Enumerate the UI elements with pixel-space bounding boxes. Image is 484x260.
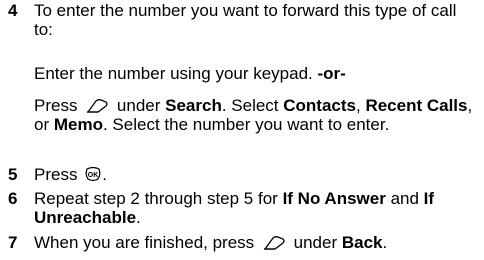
step-number: 7 <box>8 233 18 252</box>
step-text: Press OK. <box>34 165 107 184</box>
ok-key-icon: OK <box>85 166 101 182</box>
step-5: 5 Press OK. <box>8 165 478 184</box>
softkey-icon <box>86 99 108 113</box>
step-6: 6 Repeat step 2 through step 5 for If No… <box>8 189 478 227</box>
option-text: Enter the number using your keypad. -or- <box>34 64 346 83</box>
step-text: When you are finished, press under Back. <box>34 233 388 252</box>
step-number: 6 <box>8 189 18 208</box>
step-number: 4 <box>8 1 18 20</box>
step-text: To enter the number you want to forward … <box>34 1 457 39</box>
step-4: 4 To enter the number you want to forwar… <box>8 1 478 39</box>
step-text: Repeat step 2 through step 5 for If No A… <box>34 189 435 227</box>
softkey-icon <box>263 236 285 250</box>
svg-text:OK: OK <box>88 172 99 179</box>
step-7: 7 When you are finished, press under Bac… <box>8 233 478 252</box>
step-4-option-keypad: Enter the number using your keypad. -or- <box>8 64 478 83</box>
step-number: 5 <box>8 165 18 184</box>
manual-page: { "steps": [ { "number": "4", "text": "T… <box>0 0 484 260</box>
step-4-option-search: Press under Search. Select Contacts, Rec… <box>8 96 478 134</box>
option-text: Press under Search. Select Contacts, Rec… <box>34 96 473 134</box>
